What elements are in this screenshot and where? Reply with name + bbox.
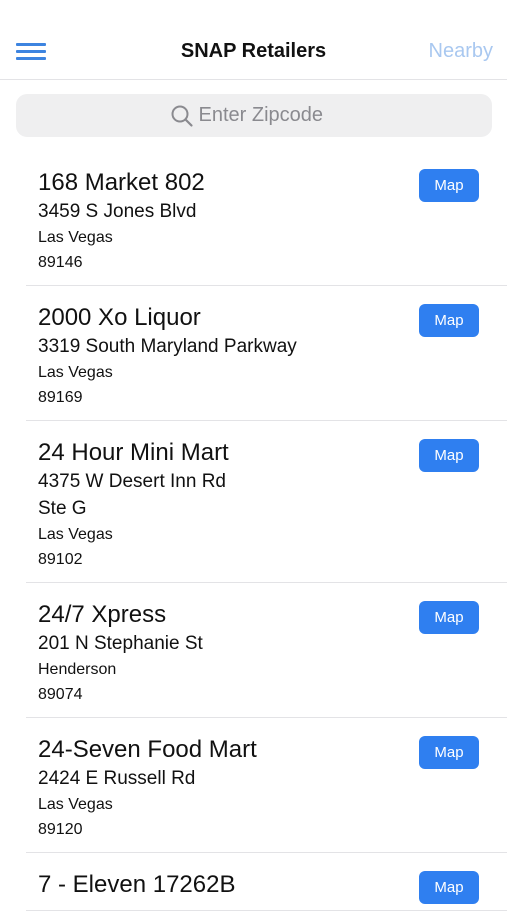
search-icon xyxy=(171,105,193,127)
search-bar[interactable] xyxy=(16,94,492,137)
search-bar-content xyxy=(16,94,492,137)
retailer-address: 3319 South Maryland Parkway xyxy=(38,336,297,357)
retailer-list: 168 Market 802 3459 S Jones Blvd Las Vegas… xyxy=(0,151,507,911)
retailer-city: Las Vegas xyxy=(38,229,113,246)
retailer-address: 4375 W Desert Inn Rd xyxy=(38,471,226,492)
map-button[interactable]: Map xyxy=(419,439,479,472)
retailer-zip: 89102 xyxy=(38,551,83,568)
retailer-zip: 89146 xyxy=(38,254,83,271)
list-item[interactable]: 24-Seven Food Mart 2424 E Russell Rd Las V… xyxy=(26,718,507,853)
zipcode-search-input[interactable] xyxy=(198,104,339,127)
retailer-address: 3459 S Jones Blvd xyxy=(38,201,197,222)
list-item[interactable]: 2000 Xo Liquor 3319 South Maryland Parkwa… xyxy=(26,286,507,421)
retailer-city: Henderson xyxy=(38,661,117,678)
list-item[interactable]: 24 Hour Mini Mart 4375 W Desert Inn Rd Ste… xyxy=(26,421,507,583)
retailer-address: 2424 E Russell Rd xyxy=(38,768,196,789)
retailer-zip: 89074 xyxy=(38,686,83,703)
list-item[interactable]: 168 Market 802 3459 S Jones Blvd Las Vegas… xyxy=(26,151,507,286)
retailer-address: 201 N Stephanie St xyxy=(38,633,203,654)
retailer-zip: 89120 xyxy=(38,821,83,838)
map-button[interactable]: Map xyxy=(419,169,479,202)
retailer-address-line2: Ste G xyxy=(38,498,87,519)
retailer-city: Las Vegas xyxy=(38,364,113,381)
retailer-zip: 89169 xyxy=(38,389,83,406)
nearby-button[interactable]: Nearby xyxy=(429,40,493,63)
retailer-city: Las Vegas xyxy=(38,796,113,813)
map-button[interactable]: Map xyxy=(419,601,479,634)
map-button[interactable]: Map xyxy=(419,304,479,337)
list-item[interactable]: 24/7 Xpress 201 N Stephanie St Henderson 89… xyxy=(26,583,507,718)
map-button[interactable]: Map xyxy=(419,736,479,769)
list-item[interactable]: 7 - Eleven 17262B Map xyxy=(26,853,507,911)
retailer-city: Las Vegas xyxy=(38,526,113,543)
navigation-bar: SNAP Retailers Nearby xyxy=(0,0,507,80)
map-button[interactable]: Map xyxy=(419,871,479,904)
